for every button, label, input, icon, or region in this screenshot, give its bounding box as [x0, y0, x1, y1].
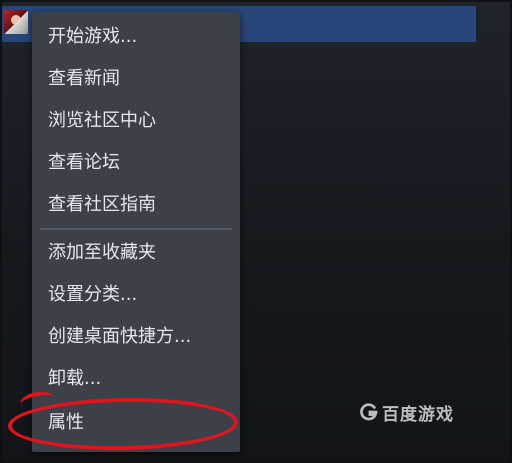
steam-library-screen: 开始游戏... 查看新闻 浏览社区中心 查看论坛 查看社区指南 添加至收藏夹 设…	[0, 0, 512, 463]
menu-item-community-hub[interactable]: 浏览社区中心	[32, 102, 240, 140]
menu-item-play-game[interactable]: 开始游戏...	[32, 18, 240, 56]
menu-item-view-news[interactable]: 查看新闻	[32, 60, 240, 98]
watermark-text: 百度游戏	[382, 404, 454, 425]
watermark: 百度游戏	[360, 400, 454, 425]
menu-separator	[40, 228, 232, 230]
menu-item-view-forums[interactable]: 查看论坛	[32, 144, 240, 182]
game-context-menu: 开始游戏... 查看新闻 浏览社区中心 查看论坛 查看社区指南 添加至收藏夹 设…	[32, 12, 240, 452]
menu-item-set-categories[interactable]: 设置分类...	[32, 276, 240, 314]
menu-item-uninstall[interactable]: 卸载...	[32, 360, 240, 398]
game-icon[interactable]	[4, 10, 28, 34]
menu-item-add-favorites[interactable]: 添加至收藏夹	[32, 234, 240, 272]
menu-item-community-guides[interactable]: 查看社区指南	[32, 186, 240, 224]
baidu-games-logo-icon	[360, 403, 378, 421]
menu-item-create-shortcut[interactable]: 创建桌面快捷方...	[32, 318, 240, 356]
